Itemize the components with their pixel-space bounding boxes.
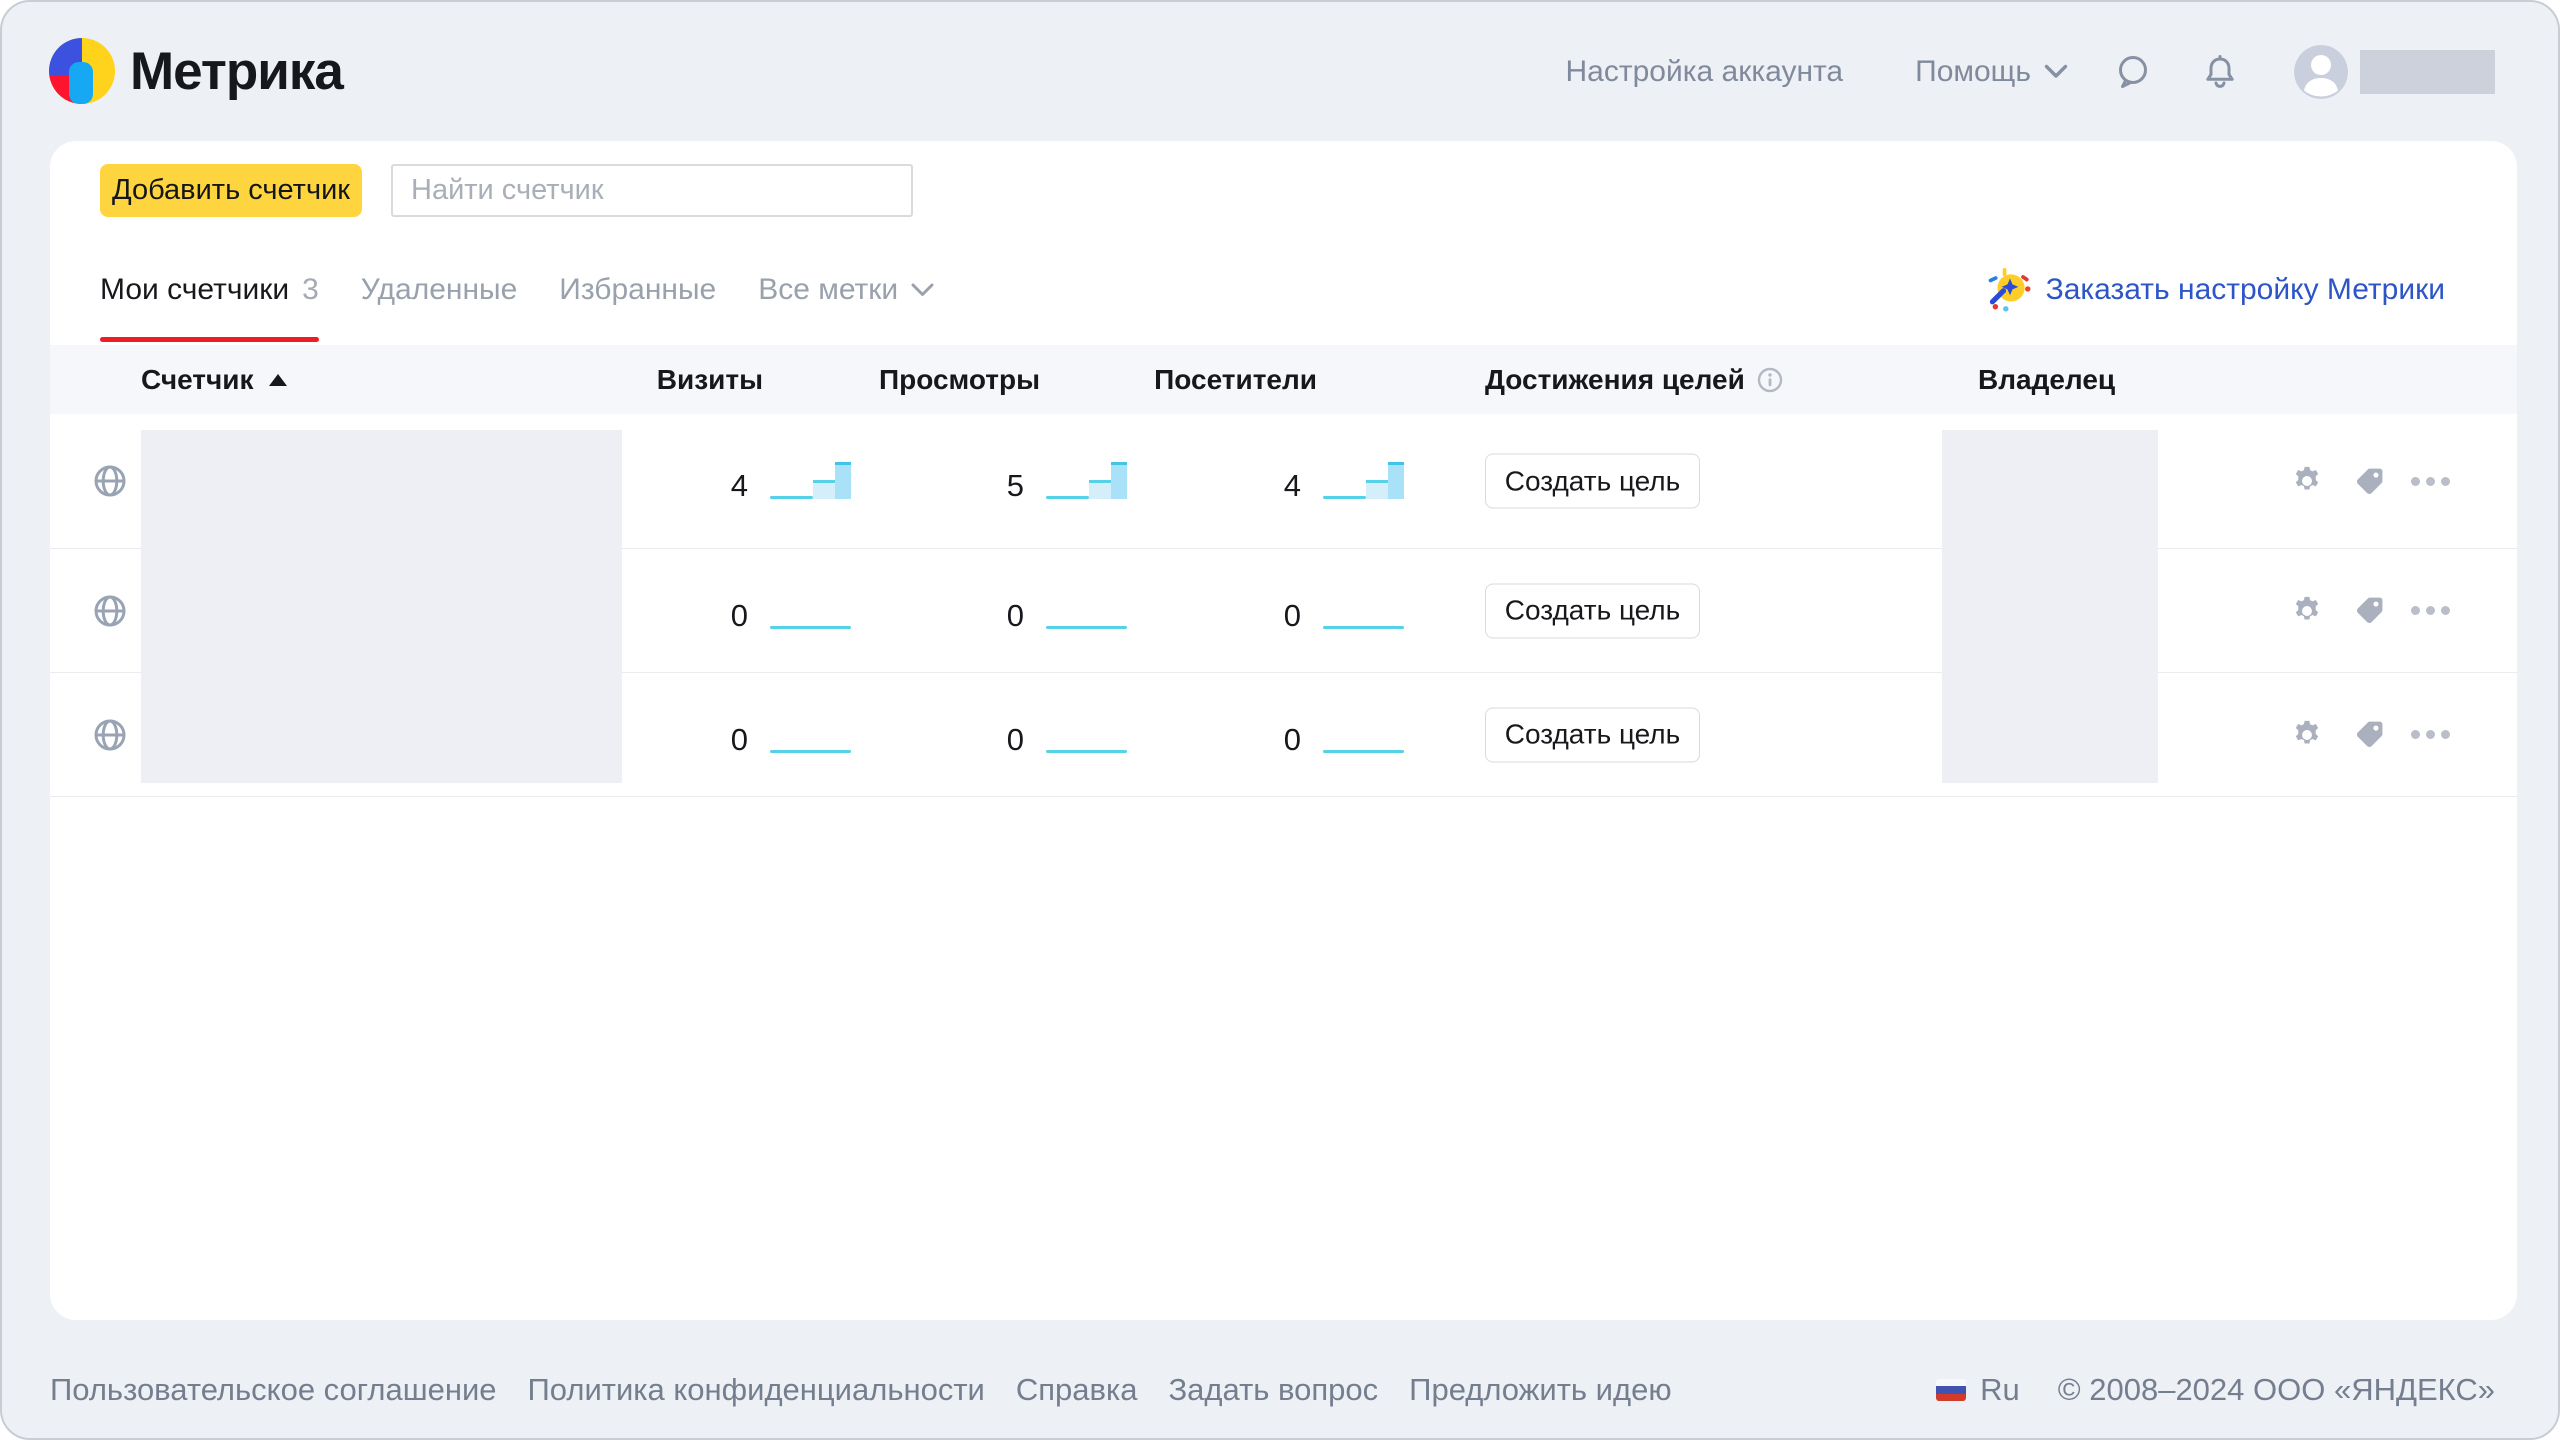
chat-icon[interactable] <box>2114 53 2152 91</box>
visits-cell: 0 <box>610 712 851 758</box>
create-goal-button[interactable]: Создать цель <box>1485 583 1700 638</box>
table-header: Счетчик Визиты Просмотры Посетители Дост… <box>50 345 2517 414</box>
russia-flag-icon <box>1936 1379 1966 1401</box>
pageviews-cell: 5 <box>886 458 1127 504</box>
column-pageviews[interactable]: Просмотры <box>790 345 1040 414</box>
account-settings-link[interactable]: Настройка аккаунта <box>1566 55 1844 89</box>
logo-title: Метрика <box>130 41 343 102</box>
visitors-value: 0 <box>1284 598 1301 634</box>
pageviews-value: 5 <box>1007 468 1024 504</box>
pageviews-value: 0 <box>1007 598 1024 634</box>
help-menu[interactable]: Помощь <box>1915 55 2068 89</box>
footer-link-help[interactable]: Справка <box>1016 1372 1138 1408</box>
visitors-cell: 0 <box>1163 712 1404 758</box>
visits-sparkline <box>770 713 851 753</box>
create-goal-button[interactable]: Создать цель <box>1485 707 1700 762</box>
metrika-logo[interactable]: Метрика <box>49 38 343 104</box>
owner-names-redacted <box>1942 430 2158 783</box>
visits-cell: 0 <box>610 588 851 634</box>
footer-link-user-agreement[interactable]: Пользовательское соглашение <box>50 1372 497 1408</box>
globe-icon <box>92 593 128 629</box>
top-bar: Метрика Настройка аккаунта Помощь <box>2 2 2558 141</box>
top-nav: Настройка аккаунта Помощь <box>1566 2 2496 141</box>
visitors-cell: 0 <box>1163 588 1404 634</box>
user-avatar[interactable] <box>2294 45 2348 99</box>
order-setup-label: Заказать настройку Метрики <box>2046 273 2445 307</box>
tag-label-icon[interactable] <box>2354 595 2385 626</box>
pageviews-cell: 0 <box>886 588 1127 634</box>
footer-link-suggest-idea[interactable]: Предложить идею <box>1409 1372 1671 1408</box>
page-footer: Пользовательское соглашение Политика кон… <box>50 1372 2495 1408</box>
tab-my-counters-label: Мои счетчики <box>100 273 289 307</box>
tag-label-icon[interactable] <box>2354 719 2385 750</box>
column-visitors[interactable]: Посетители <box>1067 345 1317 414</box>
visitors-sparkline <box>1323 713 1404 753</box>
tabs-row: Мои счетчики 3 Удаленные Избранные Все м… <box>100 254 2467 342</box>
language-label: Ru <box>1980 1372 2020 1408</box>
visits-value: 0 <box>731 598 748 634</box>
notifications-bell-icon[interactable] <box>2202 53 2238 91</box>
create-goal-button[interactable]: Создать цель <box>1485 454 1700 509</box>
sort-ascending-icon <box>269 374 287 386</box>
row-actions <box>2290 718 2450 752</box>
row-actions <box>2290 594 2450 628</box>
visits-sparkline <box>770 589 851 629</box>
my-counters-count-badge: 3 <box>302 273 319 307</box>
language-switcher[interactable]: Ru <box>1936 1372 2020 1408</box>
metrika-logo-icon <box>49 38 115 104</box>
settings-gear-icon[interactable] <box>2290 594 2324 628</box>
footer-link-ask-question[interactable]: Задать вопрос <box>1168 1372 1378 1408</box>
more-actions-icon[interactable] <box>2411 471 2450 492</box>
pageviews-cell: 0 <box>886 712 1127 758</box>
add-counter-button[interactable]: Добавить счетчик <box>100 164 362 217</box>
counters-table-body: 4 5 4 Создать цель <box>50 414 2517 797</box>
more-actions-icon[interactable] <box>2411 600 2450 621</box>
tag-label-icon[interactable] <box>2354 466 2385 497</box>
visitors-sparkline <box>1323 589 1404 629</box>
column-goals: Достижения целей <box>1485 345 1783 414</box>
chevron-down-icon <box>2044 64 2068 79</box>
visitors-sparkline <box>1323 459 1404 499</box>
counters-panel: Добавить счетчик Мои счетчики 3 Удаленны… <box>50 141 2517 1320</box>
user-name-redacted <box>2360 50 2495 94</box>
chevron-down-icon <box>911 283 934 297</box>
visitors-value: 4 <box>1284 468 1301 504</box>
visits-value: 4 <box>731 468 748 504</box>
pageviews-value: 0 <box>1007 722 1024 758</box>
pageviews-sparkline <box>1046 589 1127 629</box>
more-actions-icon[interactable] <box>2411 724 2450 745</box>
all-labels-dropdown[interactable]: Все метки <box>758 254 934 342</box>
footer-link-privacy-policy[interactable]: Политика конфиденциальности <box>528 1372 985 1408</box>
visits-value: 0 <box>731 722 748 758</box>
globe-icon <box>92 463 128 499</box>
search-counter-input[interactable] <box>391 164 913 217</box>
column-owner: Владелец <box>1978 345 2115 414</box>
visits-sparkline <box>770 459 851 499</box>
visitors-cell: 4 <box>1163 458 1404 504</box>
tab-favorites[interactable]: Избранные <box>559 254 716 342</box>
tab-my-counters[interactable]: Мои счетчики 3 <box>100 254 319 342</box>
settings-gear-icon[interactable] <box>2290 718 2324 752</box>
settings-gear-icon[interactable] <box>2290 464 2324 498</box>
app-window: Метрика Настройка аккаунта Помощь Добави… <box>0 0 2560 1440</box>
tab-deleted[interactable]: Удаленные <box>361 254 517 342</box>
column-counter[interactable]: Счетчик <box>141 345 287 414</box>
order-metrika-setup-link[interactable]: Заказать настройку Метрики <box>1987 267 2445 313</box>
counter-names-redacted <box>141 430 622 783</box>
visits-cell: 4 <box>610 458 851 504</box>
pageviews-sparkline <box>1046 713 1127 753</box>
visitors-value: 0 <box>1284 722 1301 758</box>
footer-right: Ru © 2008–2024 ООО «ЯНДЕКС» <box>1936 1372 2495 1408</box>
globe-icon <box>92 717 128 753</box>
magic-wand-icon <box>1987 267 2033 313</box>
column-visits[interactable]: Визиты <box>513 345 763 414</box>
help-label: Помощь <box>1915 55 2031 89</box>
row-actions <box>2290 464 2450 498</box>
pageviews-sparkline <box>1046 459 1127 499</box>
copyright-text: © 2008–2024 ООО «ЯНДЕКС» <box>2058 1372 2495 1408</box>
info-icon[interactable] <box>1757 367 1783 393</box>
footer-links: Пользовательское соглашение Политика кон… <box>50 1372 1672 1408</box>
